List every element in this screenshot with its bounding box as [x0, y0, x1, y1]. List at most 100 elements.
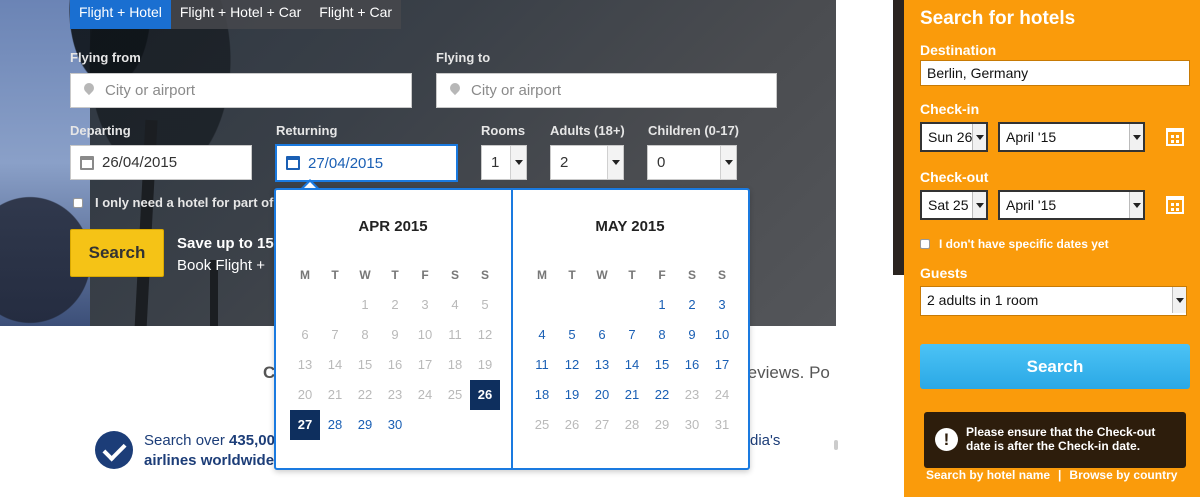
weekday-header: F	[658, 268, 666, 282]
day-cell[interactable]: 22	[647, 380, 677, 410]
chevron-down-icon	[972, 192, 986, 218]
checkin-month-value: April '15	[1006, 129, 1057, 145]
day-cell[interactable]: 20	[587, 380, 617, 410]
adults-select[interactable]: 2	[550, 145, 624, 180]
chevron-down-icon	[1129, 124, 1143, 150]
day-cell[interactable]: 14	[617, 350, 647, 380]
disabled-day-cell: 24	[417, 387, 433, 402]
flying-to-input[interactable]: City or airport	[436, 73, 777, 108]
checkout-day-select[interactable]: Sat 25	[920, 190, 988, 220]
alert-message: Please ensure that the Check-out date is…	[966, 425, 1156, 453]
weekday-header: T	[391, 268, 399, 282]
checkbox-box[interactable]	[920, 239, 930, 249]
disabled-day-cell: 31	[714, 417, 730, 432]
search-over-text: Search over	[144, 432, 225, 449]
children-select[interactable]: 0	[647, 145, 737, 180]
checkin-day-select[interactable]: Sun 26	[920, 122, 988, 152]
chevron-down-icon	[1172, 287, 1186, 313]
checkin-label: Check-in	[920, 101, 980, 117]
search-button[interactable]: Search	[70, 229, 164, 277]
day-cell[interactable]: 5	[557, 320, 587, 350]
partial-hotel-checkbox[interactable]: I only need a hotel for part of	[73, 195, 273, 210]
day-cell[interactable]: 10	[707, 320, 737, 350]
destination-label: Destination	[920, 42, 997, 58]
flying-from-placeholder: City or airport	[105, 82, 196, 99]
disabled-day-cell: 25	[447, 387, 463, 402]
empty-day-cell	[617, 290, 647, 320]
hotel-search-button[interactable]: Search	[920, 344, 1190, 389]
checkout-month-select[interactable]: April '15	[998, 190, 1145, 220]
link-separator: |	[1058, 468, 1062, 482]
day-cell[interactable]: 2	[677, 290, 707, 320]
day-cell[interactable]: 28	[320, 410, 350, 440]
guests-select[interactable]: 2 adults in 1 room	[920, 286, 1187, 316]
checkmark-icon	[95, 431, 133, 469]
calendar-icon[interactable]	[1166, 196, 1184, 214]
checkin-day-value: Sun 26	[928, 129, 973, 145]
guests-label: Guests	[920, 265, 968, 281]
empty-day-cell	[290, 290, 320, 320]
day-cell[interactable]: 16	[677, 350, 707, 380]
day-cell[interactable]: 1	[647, 290, 677, 320]
disabled-day-cell: 27	[594, 417, 610, 432]
selected-day-cell[interactable]: 27	[290, 410, 320, 440]
day-grid: M T W T F S S 1 2 3 4 5 6 7 8 9 10 11 12 13 14 15 16 17 18 19 20 21…	[290, 260, 501, 440]
disabled-day-cell: 8	[361, 327, 369, 342]
checkin-month-select[interactable]: April '15	[998, 122, 1145, 152]
disabled-day-cell: 13	[297, 357, 313, 372]
airlines-worldwide-text: airlines worldwide	[144, 452, 275, 469]
disabled-day-cell: 28	[624, 417, 640, 432]
day-cell[interactable]: 13	[587, 350, 617, 380]
disabled-day-cell: 30	[684, 417, 700, 432]
day-cell[interactable]: 15	[647, 350, 677, 380]
search-by-hotel-name-link[interactable]: Search by hotel name	[926, 468, 1050, 482]
destination-input[interactable]: Berlin, Germany	[920, 60, 1190, 86]
flying-to-placeholder: City or airport	[471, 82, 562, 99]
disabled-day-cell: 19	[477, 357, 493, 372]
checkout-month-value: April '15	[1006, 197, 1057, 213]
departing-date-input[interactable]: 26/04/2015	[70, 145, 252, 180]
day-cell[interactable]: 7	[617, 320, 647, 350]
page-gutter	[836, 0, 893, 497]
selected-day-cell[interactable]: 26	[470, 380, 500, 410]
rooms-select[interactable]: 1	[481, 145, 527, 180]
day-cell[interactable]: 6	[587, 320, 617, 350]
day-cell[interactable]: 9	[677, 320, 707, 350]
chevron-down-icon	[1129, 192, 1143, 218]
tab-flight-hotel[interactable]: Flight + Hotel	[70, 0, 171, 29]
disabled-day-cell: 22	[357, 387, 373, 402]
day-cell[interactable]: 11	[527, 350, 557, 380]
weekday-header: T	[568, 268, 576, 282]
day-cell[interactable]: 29	[350, 410, 380, 440]
browse-by-country-link[interactable]: Browse by country	[1069, 468, 1177, 482]
day-cell[interactable]: 21	[617, 380, 647, 410]
calendar-icon[interactable]	[1166, 128, 1184, 146]
day-grid: M T W T F S S 1 2 3 4 5 6 7 8 9 10 11 12 13 14 15 16 17 18 19 20 21…	[527, 260, 738, 440]
promo-line-2: Book Flight +	[177, 257, 265, 274]
children-label: Children (0-17)	[648, 123, 740, 138]
day-cell[interactable]: 4	[527, 320, 557, 350]
day-cell[interactable]: 3	[707, 290, 737, 320]
day-cell[interactable]: 18	[527, 380, 557, 410]
day-cell[interactable]: 30	[380, 410, 410, 440]
day-cell[interactable]: 8	[647, 320, 677, 350]
flying-from-label: Flying from	[70, 50, 141, 65]
tab-flight-hotel-car[interactable]: Flight + Hotel + Car	[170, 0, 311, 29]
no-dates-checkbox[interactable]: I don't have specific dates yet	[920, 237, 1109, 251]
returning-date-input[interactable]: 27/04/2015	[275, 144, 458, 182]
weekday-header: M	[537, 268, 547, 282]
weekday-header: T	[628, 268, 636, 282]
empty-day-cell	[587, 290, 617, 320]
day-cell[interactable]: 17	[707, 350, 737, 380]
tab-flight-car[interactable]: Flight + Car	[310, 0, 402, 29]
flying-from-input[interactable]: City or airport	[70, 73, 412, 108]
day-cell[interactable]: 12	[557, 350, 587, 380]
no-dates-label: I don't have specific dates yet	[939, 237, 1109, 251]
checkbox-box[interactable]	[73, 197, 83, 208]
day-cell[interactable]: 19	[557, 380, 587, 410]
disabled-day-cell: 5	[481, 297, 489, 312]
weekday-header: S	[687, 268, 696, 282]
disabled-day-cell: 29	[654, 417, 670, 432]
disabled-day-cell: 23	[684, 387, 700, 402]
disabled-day-cell: 20	[297, 387, 313, 402]
